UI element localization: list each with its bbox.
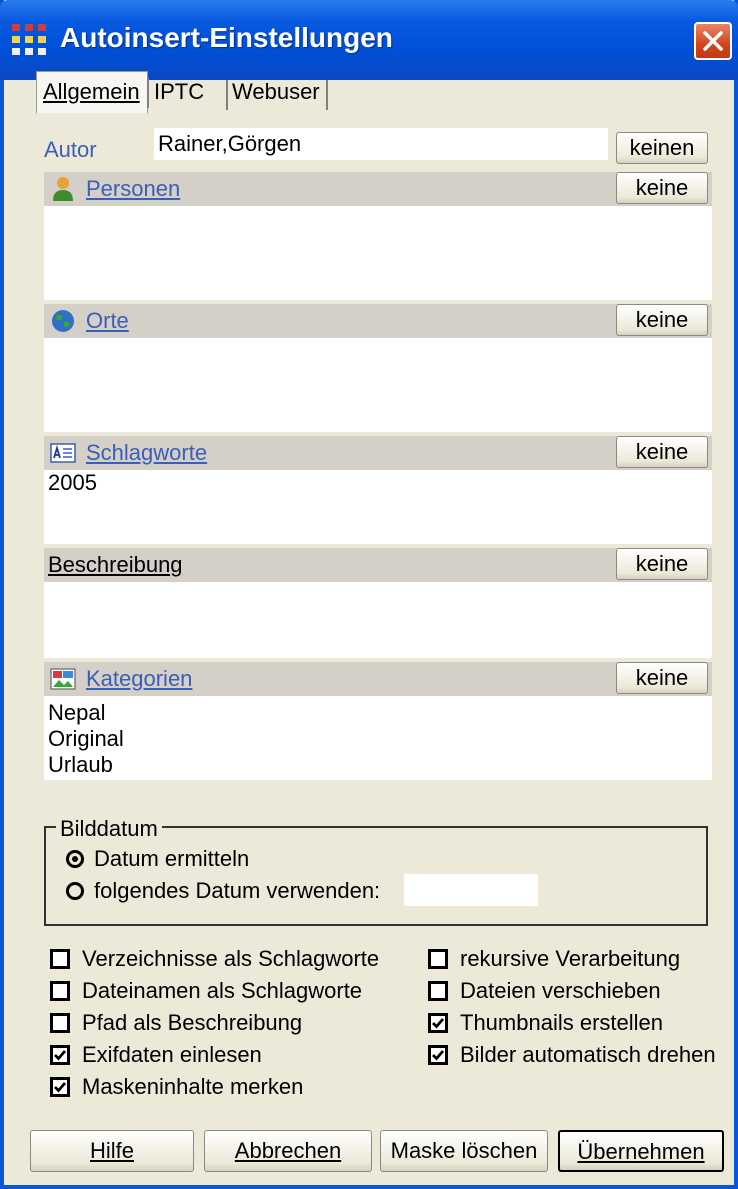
cb-drehen[interactable]: Bilder automatisch drehen <box>428 1042 716 1068</box>
app-grid-icon <box>12 24 46 55</box>
checkbox[interactable] <box>428 981 448 1001</box>
checkbox[interactable] <box>428 1045 448 1065</box>
kategorien-list[interactable]: Nepal Original Urlaub <box>44 696 712 780</box>
close-button[interactable] <box>694 22 732 60</box>
kategorien-label[interactable]: Kategorien <box>86 666 192 692</box>
list-item[interactable]: Original <box>44 726 712 752</box>
checkbox[interactable] <box>50 981 70 1001</box>
checkbox[interactable] <box>50 1045 70 1065</box>
author-input[interactable]: Rainer,Görgen <box>154 128 608 160</box>
orte-header: Orte <box>44 304 712 338</box>
cb-maskeninhalte[interactable]: Maskeninhalte merken <box>50 1074 303 1100</box>
beschreibung-clear-button[interactable]: keine <box>616 548 708 580</box>
cb-exifdaten[interactable]: Exifdaten einlesen <box>50 1042 262 1068</box>
schlagworte-label[interactable]: Schlagworte <box>86 440 207 466</box>
kategorien-header: Kategorien <box>44 662 712 696</box>
cb-dateinamen[interactable]: Dateinamen als Schlagworte <box>50 978 362 1004</box>
checkbox[interactable] <box>50 1013 70 1033</box>
window-title: Autoinsert-Einstellungen <box>60 22 393 53</box>
apply-button[interactable]: Übernehmen <box>558 1130 724 1172</box>
checkmark-icon <box>54 1050 67 1061</box>
checkbox[interactable] <box>428 1013 448 1033</box>
person-icon <box>53 177 73 201</box>
personen-label[interactable]: Personen <box>86 176 180 202</box>
checkbox[interactable] <box>50 1077 70 1097</box>
radio-folgendes-datum[interactable]: folgendes Datum verwenden: <box>66 878 380 904</box>
orte-label[interactable]: Orte <box>86 308 129 334</box>
beschreibung-input[interactable] <box>44 582 712 658</box>
kategorien-clear-button[interactable]: keine <box>616 662 708 694</box>
author-label: Autor <box>44 137 97 162</box>
radio-datum-ermitteln[interactable]: Datum ermitteln <box>66 846 249 872</box>
category-icon <box>50 668 76 690</box>
bilddatum-legend: Bilddatum <box>56 816 162 842</box>
beschreibung-label: Beschreibung <box>48 552 183 577</box>
author-clear-button[interactable]: keinen <box>616 132 708 164</box>
checkmark-icon <box>432 1018 445 1029</box>
tab-iptc[interactable]: IPTC <box>148 74 228 112</box>
cb-verschieben[interactable]: Dateien verschieben <box>428 978 661 1004</box>
list-item[interactable]: Urlaub <box>44 752 712 778</box>
cb-pfad[interactable]: Pfad als Beschreibung <box>50 1010 302 1036</box>
radio-button[interactable] <box>66 882 84 900</box>
tab-webuser[interactable]: Webuser <box>226 74 328 112</box>
checkmark-icon <box>54 1082 67 1093</box>
date-input[interactable] <box>404 874 538 906</box>
close-icon <box>703 31 723 51</box>
list-item[interactable]: Nepal <box>44 700 712 726</box>
cb-thumbnails[interactable]: Thumbnails erstellen <box>428 1010 663 1036</box>
schlagworte-clear-button[interactable]: keine <box>616 436 708 468</box>
orte-list[interactable] <box>44 338 712 432</box>
personen-list[interactable] <box>44 206 712 300</box>
schlagworte-header: Schlagworte <box>44 436 712 470</box>
cb-verzeichnisse[interactable]: Verzeichnisse als Schlagworte <box>50 946 379 972</box>
personen-clear-button[interactable]: keine <box>616 172 708 204</box>
checkmark-icon <box>432 1050 445 1061</box>
radio-button[interactable] <box>66 850 84 868</box>
help-button[interactable]: Hilfe <box>30 1130 194 1172</box>
orte-clear-button[interactable]: keine <box>616 304 708 336</box>
globe-icon <box>52 310 74 332</box>
clear-mask-button[interactable]: Maske löschen <box>380 1130 548 1172</box>
tab-allgemein[interactable]: Allgemein <box>36 71 149 113</box>
keyword-icon <box>50 443 76 463</box>
schlagworte-list[interactable]: 2005 <box>44 470 712 544</box>
checkbox[interactable] <box>50 949 70 969</box>
list-item[interactable]: 2005 <box>44 470 712 496</box>
cb-rekursiv[interactable]: rekursive Verarbeitung <box>428 946 680 972</box>
personen-header: Personen <box>44 172 712 206</box>
beschreibung-header: Beschreibung <box>44 548 712 582</box>
title-bar[interactable]: Autoinsert-Einstellungen <box>0 0 738 80</box>
cancel-button[interactable]: Abbrechen <box>204 1130 372 1172</box>
checkbox[interactable] <box>428 949 448 969</box>
